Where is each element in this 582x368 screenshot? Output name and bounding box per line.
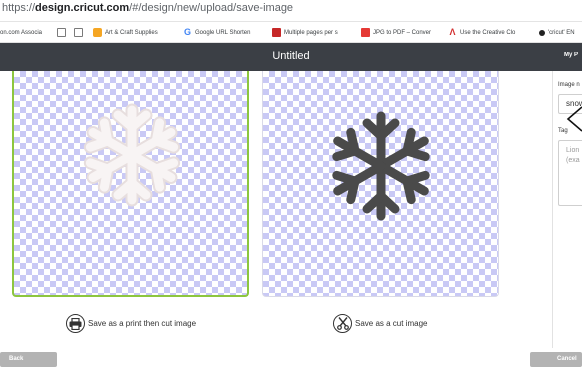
tags-placeholder-line2: (exa [566, 157, 580, 164]
scissors-icon [333, 314, 352, 333]
image-name-label: Image n [558, 82, 580, 88]
bookmark-doc-2[interactable] [74, 26, 86, 39]
url-path: /#/design/new/upload/save-image [129, 2, 294, 14]
bookmark-cricut-en[interactable]: 'cricut' EN [539, 26, 575, 39]
cancel-button[interactable]: Cancel [530, 352, 582, 367]
snowflake-print-preview-icon [14, 103, 247, 295]
bookmarks-bar: on.com Associa Art & Craft Supplies G Go… [0, 22, 582, 43]
bookmark-label: 'cricut' EN [548, 29, 575, 36]
url-host: design.cricut.com [35, 2, 130, 14]
print-then-cut-option[interactable]: Save as a print then cut image [66, 314, 196, 333]
url-scheme: https:// [2, 2, 36, 14]
doc-icon [57, 28, 66, 37]
browser-url-bar[interactable]: https://design.cricut.com/#/design/new/u… [0, 0, 582, 22]
tags-placeholder-line1: Lion [566, 147, 580, 154]
bookmark-art-craft[interactable]: Art & Craft Supplies [93, 26, 158, 39]
app-header: Untitled My P [0, 43, 582, 71]
cut-image-preview[interactable] [262, 71, 499, 297]
bookmark-doc-1[interactable] [57, 26, 69, 39]
bookmark-label: JPG to PDF – Conver [373, 29, 432, 36]
bookmark-google-url[interactable]: G Google URL Shorten [183, 26, 251, 39]
dot-icon [539, 29, 545, 36]
adobe-icon: Λ [449, 27, 456, 37]
printer-icon [66, 314, 85, 333]
footer-bar: Back Cancel [0, 348, 582, 368]
bookmark-label: Art & Craft Supplies [105, 29, 158, 36]
print-then-cut-preview[interactable] [12, 71, 249, 297]
sidebar-divider [552, 71, 553, 348]
cricut-c-icon [93, 28, 102, 37]
url-text[interactable]: https://design.cricut.com/#/design/new/u… [2, 2, 293, 14]
cut-image-label: Save as a cut image [355, 319, 428, 328]
tags-input[interactable]: Lion (exa [558, 140, 582, 206]
back-button[interactable]: Back [0, 352, 57, 367]
google-g-icon: G [183, 27, 191, 37]
red-page-icon [272, 28, 281, 37]
bookmark-jpg-pdf[interactable]: JPG to PDF – Conver [361, 26, 431, 39]
page-title: Untitled [272, 50, 310, 62]
save-image-workspace: Save as a print then cut image Save as a… [0, 71, 582, 348]
bookmark-creative-cloud[interactable]: Λ Use the Creative Clo [448, 26, 515, 39]
snowflake-cut-preview-icon [263, 111, 498, 296]
bookmark-label: Use the Creative Clo [460, 29, 516, 36]
my-projects-link[interactable]: My P [564, 52, 582, 58]
bookmark-label: on.com Associa [0, 29, 43, 36]
bookmark-multiple-pages[interactable]: Multiple pages per s [272, 26, 338, 39]
bookmark-label: Google URL Shorten [195, 29, 251, 36]
bookmark-associates[interactable]: on.com Associa [0, 26, 42, 39]
print-then-cut-label: Save as a print then cut image [88, 319, 197, 328]
bookmark-label: Multiple pages per s [284, 29, 338, 36]
cut-image-option[interactable]: Save as a cut image [333, 314, 427, 333]
doc-icon [74, 28, 83, 37]
red-grid-icon [361, 28, 370, 37]
pointer-arrow-icon [566, 106, 582, 132]
